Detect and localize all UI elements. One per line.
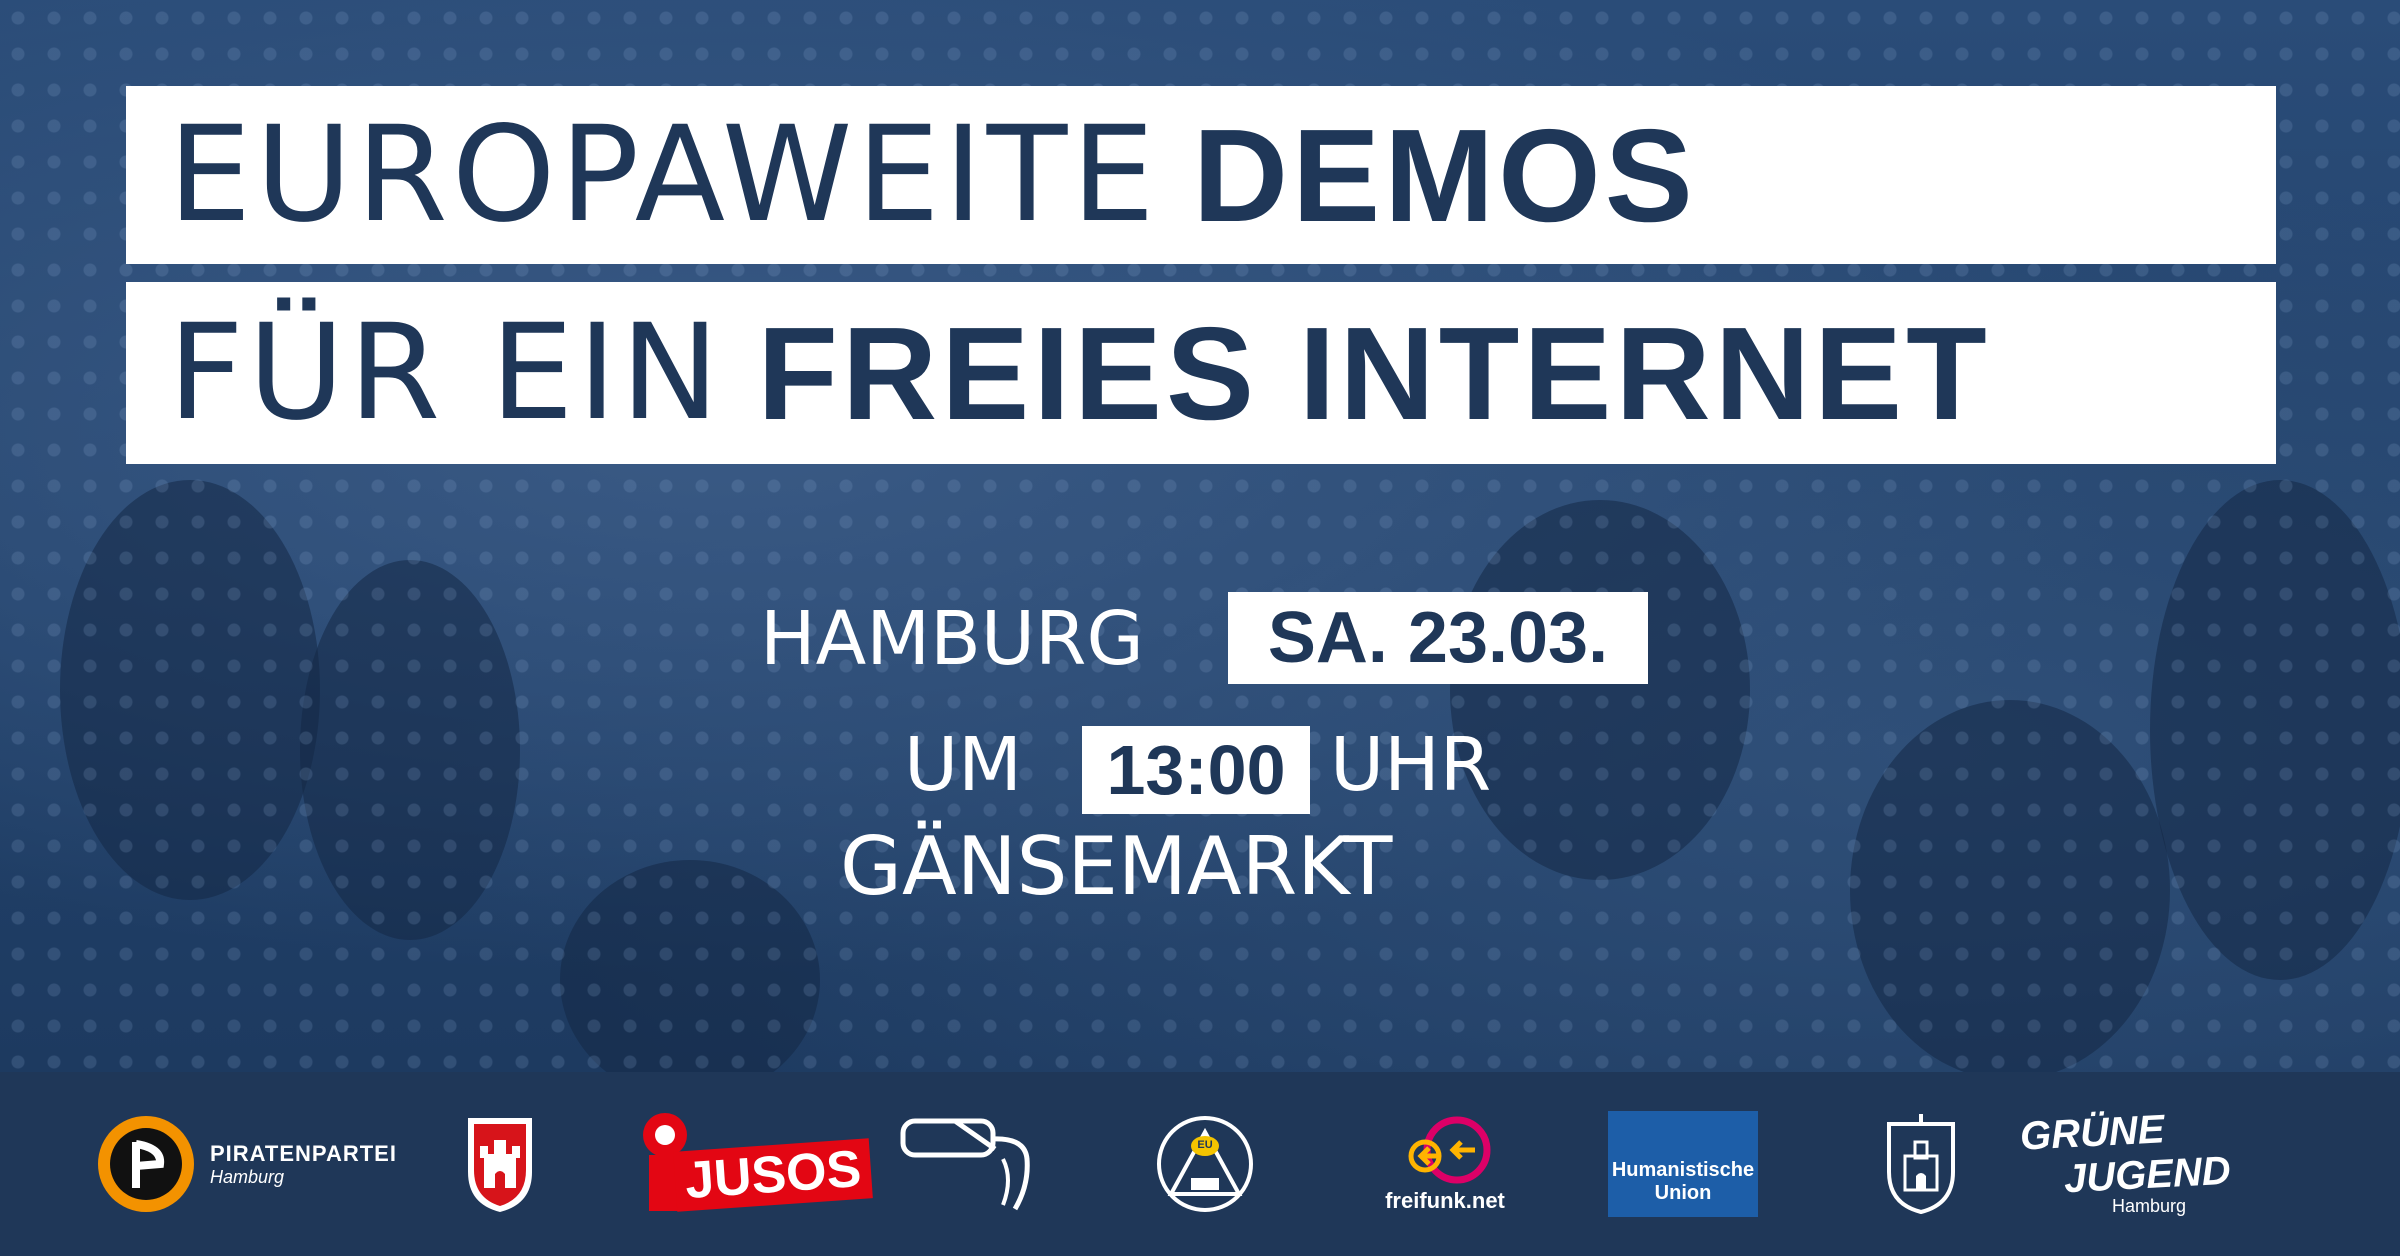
- humanistische-line1: Humanistische: [1611, 1159, 1755, 1181]
- logo-hand-cable: [890, 1072, 1050, 1256]
- headline-line-1-light: EUROPAWEITE: [168, 98, 1159, 252]
- headline-line-2: FÜR EIN FREIES INTERNET: [126, 282, 2276, 464]
- event-date: SA. 23.03.: [1228, 592, 1648, 684]
- headline-line-1: EUROPAWEITE DEMOS: [126, 86, 2276, 264]
- headline-line-1-bold: DEMOS: [1192, 101, 1697, 249]
- logo-eu-circle: EU: [1150, 1072, 1260, 1256]
- logo-gruene-jugend: GRÜNE JUGEND Hamburg: [2018, 1072, 2320, 1256]
- eu-badge: EU: [1197, 1139, 1213, 1151]
- event-location: GÄNSEMARKT: [840, 820, 1393, 913]
- event-city: HAMBURG: [760, 596, 1144, 682]
- freifunk-label: freifunk.net: [1385, 1188, 1505, 1213]
- gruene-sub: Hamburg: [2112, 1195, 2187, 1216]
- event-time: 13:00: [1082, 726, 1310, 814]
- event-time-prefix: UM: [904, 722, 1023, 808]
- humanistische-line2: Union: [1654, 1182, 1712, 1204]
- eu-triangle-icon: [1157, 1116, 1253, 1212]
- logo-freifunk: freifunk.net: [1380, 1072, 1510, 1256]
- coat-of-arms-icon: [468, 1118, 532, 1212]
- gruene-line2: JUGEND: [2062, 1148, 2232, 1201]
- logo-jusos: JUSOS: [624, 1072, 874, 1256]
- headline-line-2-bold: FREIES INTERNET: [757, 299, 1991, 447]
- piraten-sail-icon: [98, 1116, 194, 1212]
- hand-cable-icon: [900, 1118, 1030, 1211]
- gruene-line1: GRÜNE: [2018, 1106, 2166, 1159]
- freifunk-circles-icon: [1408, 1116, 1491, 1184]
- piraten-name: PIRATENPARTEI: [210, 1140, 397, 1166]
- logo-wappen-outline: [1876, 1072, 1966, 1256]
- logo-humanistische-union: Humanistische Union: [1608, 1072, 1758, 1256]
- event-time-suffix: UHR: [1330, 722, 1492, 808]
- coat-of-arms-outline-icon: [1887, 1114, 1955, 1215]
- headline-line-2-light: FÜR EIN: [168, 296, 724, 450]
- piraten-sub: Hamburg: [210, 1166, 285, 1187]
- logo-piratenpartei: PIRATENPARTEI Hamburg: [96, 1072, 436, 1256]
- jusos-label: JUSOS: [673, 1138, 874, 1212]
- logo-hamburg-wappen: [450, 1072, 550, 1256]
